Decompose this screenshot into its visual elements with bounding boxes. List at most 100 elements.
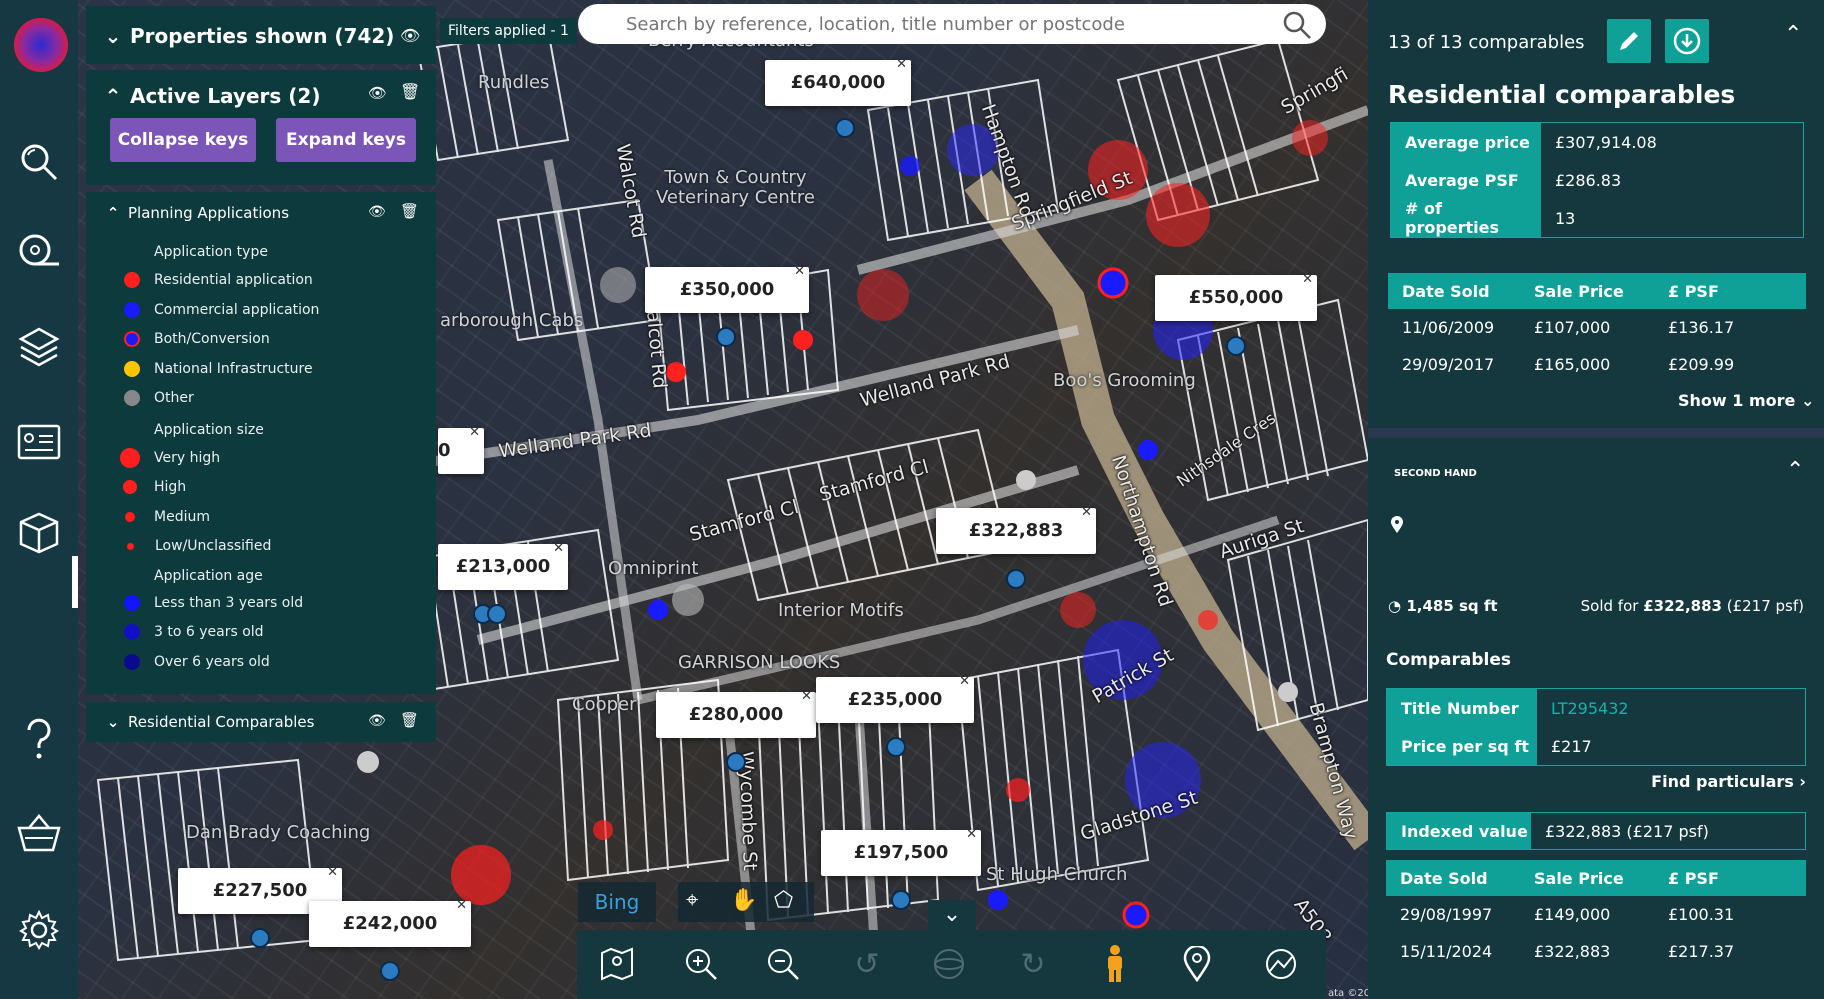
map-pin[interactable] xyxy=(726,752,746,772)
map-layers-icon[interactable] xyxy=(597,944,637,984)
price-label[interactable]: £242,000 ✕ xyxy=(309,899,471,947)
table-header: Date Sold xyxy=(1400,868,1488,888)
visibility-eye-icon[interactable]: 👁 xyxy=(368,713,386,729)
close-icon[interactable]: ✕ xyxy=(794,265,805,279)
close-icon[interactable]: ✕ xyxy=(469,426,480,440)
close-icon[interactable]: ✕ xyxy=(1081,506,1092,520)
search-input[interactable] xyxy=(624,8,1264,40)
map-pin[interactable] xyxy=(891,890,911,910)
view-3d-icon[interactable] xyxy=(929,944,969,984)
legend-item: National Infrastructure xyxy=(124,361,313,377)
find-particulars-link[interactable]: Find particulars › xyxy=(1651,772,1806,791)
close-icon[interactable]: ✕ xyxy=(801,690,812,704)
toolbar-toggle-chevron-icon[interactable]: ⌄ xyxy=(928,900,976,930)
rotate-right-icon[interactable]: ↻ xyxy=(1013,944,1053,984)
edit-pencil-button[interactable] xyxy=(1607,19,1651,63)
settings-gear-icon[interactable] xyxy=(17,908,61,952)
street-view-person-icon[interactable] xyxy=(1095,944,1135,984)
basket-icon[interactable] xyxy=(17,812,61,856)
property-area: ◔ 1,485 sq ft xyxy=(1388,597,1498,615)
price-label[interactable]: £640,000 ✕ xyxy=(765,58,911,106)
map-mode-controls: ⌖ ✋ ⬠ xyxy=(678,882,814,922)
chevron-up-icon[interactable]: ⌃ xyxy=(104,204,122,222)
price-label[interactable]: £350,000 ✕ xyxy=(645,265,809,313)
price-label[interactable]: £213,000 ✕ xyxy=(438,542,568,590)
close-icon[interactable]: ✕ xyxy=(553,542,564,556)
zoom-in-icon[interactable] xyxy=(681,944,721,984)
chevron-up-icon[interactable]: ⌃ xyxy=(1786,458,1804,483)
map-pin[interactable] xyxy=(1226,336,1246,356)
price-label[interactable]: £235,000 ✕ xyxy=(816,675,974,723)
search-icon[interactable] xyxy=(1282,10,1312,44)
close-icon[interactable]: ✕ xyxy=(1302,273,1313,287)
map-pin[interactable] xyxy=(487,604,507,624)
map-pin[interactable] xyxy=(250,928,270,948)
visibility-eye-icon[interactable]: 👁 xyxy=(368,204,386,220)
poi-label: Dan Brady Coaching xyxy=(186,822,371,843)
price-label[interactable]: £550,000 ✕ xyxy=(1155,273,1317,321)
sold-prefix: Sold for xyxy=(1580,597,1644,615)
legend-item: High xyxy=(123,479,186,495)
chevron-down-icon[interactable]: ⌄ xyxy=(104,24,122,48)
expand-keys-button[interactable]: Expand keys xyxy=(276,118,416,162)
chevron-down-icon[interactable]: ⌄ xyxy=(104,713,122,731)
search-bar[interactable] xyxy=(578,4,1326,44)
download-button[interactable] xyxy=(1665,19,1709,63)
map-pin-icon[interactable] xyxy=(1177,944,1217,984)
trash-icon[interactable]: 🗑 xyxy=(400,711,419,729)
close-icon[interactable]: ✕ xyxy=(327,866,338,880)
table-header: Date Sold xyxy=(1402,281,1490,301)
visibility-eye-icon[interactable]: 👁 xyxy=(400,26,420,45)
chevron-up-icon[interactable]: ⌃ xyxy=(104,84,122,108)
filters-applied-badge[interactable]: Filters applied - 1 xyxy=(440,18,577,44)
collapse-keys-button[interactable]: Collapse keys xyxy=(110,118,256,162)
book-3d-icon[interactable] xyxy=(17,510,61,554)
comparables-panel: 13 of 13 comparables ⌃ Residential compa… xyxy=(1368,0,1824,999)
close-icon[interactable]: ✕ xyxy=(896,58,907,72)
map-pin[interactable] xyxy=(886,737,906,757)
table-cell: £217.37 xyxy=(1668,942,1735,961)
map-pin[interactable] xyxy=(835,118,855,138)
app-logo[interactable] xyxy=(14,18,68,72)
search-icon[interactable] xyxy=(17,140,61,184)
map-pin[interactable] xyxy=(380,961,400,981)
trash-icon[interactable]: 🗑 xyxy=(400,202,419,220)
title-number-link[interactable]: LT295432 xyxy=(1537,699,1629,718)
tape-measure-icon[interactable] xyxy=(17,230,61,274)
trash-icon[interactable]: 🗑 xyxy=(400,82,420,101)
pan-hand-icon[interactable]: ✋ xyxy=(730,888,757,913)
locate-crosshair-icon[interactable]: ⌖ xyxy=(686,888,698,913)
map-pin[interactable] xyxy=(716,327,736,347)
legend-label: Medium xyxy=(154,509,210,525)
close-icon[interactable]: ✕ xyxy=(959,675,970,689)
help-icon[interactable] xyxy=(17,716,61,760)
map-pin[interactable] xyxy=(1006,569,1026,589)
legend-item: Both/Conversion xyxy=(124,331,270,347)
show-more-link[interactable]: Show 1 more ⌄ xyxy=(1678,391,1814,410)
dashboard-icon[interactable] xyxy=(17,420,61,464)
legend-item: Very high xyxy=(120,448,220,468)
map-style-icon[interactable] xyxy=(1261,944,1301,984)
price-label[interactable]: £322,883 ✕ xyxy=(936,506,1096,554)
draw-polygon-icon[interactable]: ⬠ xyxy=(774,888,793,913)
download-icon xyxy=(1673,27,1701,55)
price-label[interactable]: 0 ✕ xyxy=(438,426,484,474)
close-icon[interactable]: ✕ xyxy=(966,828,977,842)
close-icon[interactable]: ✕ xyxy=(456,899,467,913)
visibility-eye-icon[interactable]: 👁 xyxy=(368,84,387,102)
price-label-text: 0 xyxy=(438,440,451,461)
bing-label: Bing xyxy=(594,890,640,914)
layers-3d-icon[interactable] xyxy=(17,325,61,369)
price-label[interactable]: £280,000 ✕ xyxy=(656,690,816,738)
table-cell: £107,000 xyxy=(1534,318,1611,337)
find-particulars-label: Find particulars xyxy=(1651,772,1794,791)
legend-item: Medium xyxy=(125,509,210,525)
price-label-text: £550,000 xyxy=(1188,287,1284,308)
zoom-out-icon[interactable] xyxy=(763,944,803,984)
residential-layer-title: Residential Comparables xyxy=(128,713,315,731)
chevron-up-icon[interactable]: ⌃ xyxy=(1784,22,1802,47)
price-label[interactable]: £197,500 ✕ xyxy=(821,828,981,876)
rotate-left-icon[interactable]: ↺ xyxy=(847,944,887,984)
pencil-icon xyxy=(1620,32,1638,50)
legend-label: Less than 3 years old xyxy=(154,595,304,611)
